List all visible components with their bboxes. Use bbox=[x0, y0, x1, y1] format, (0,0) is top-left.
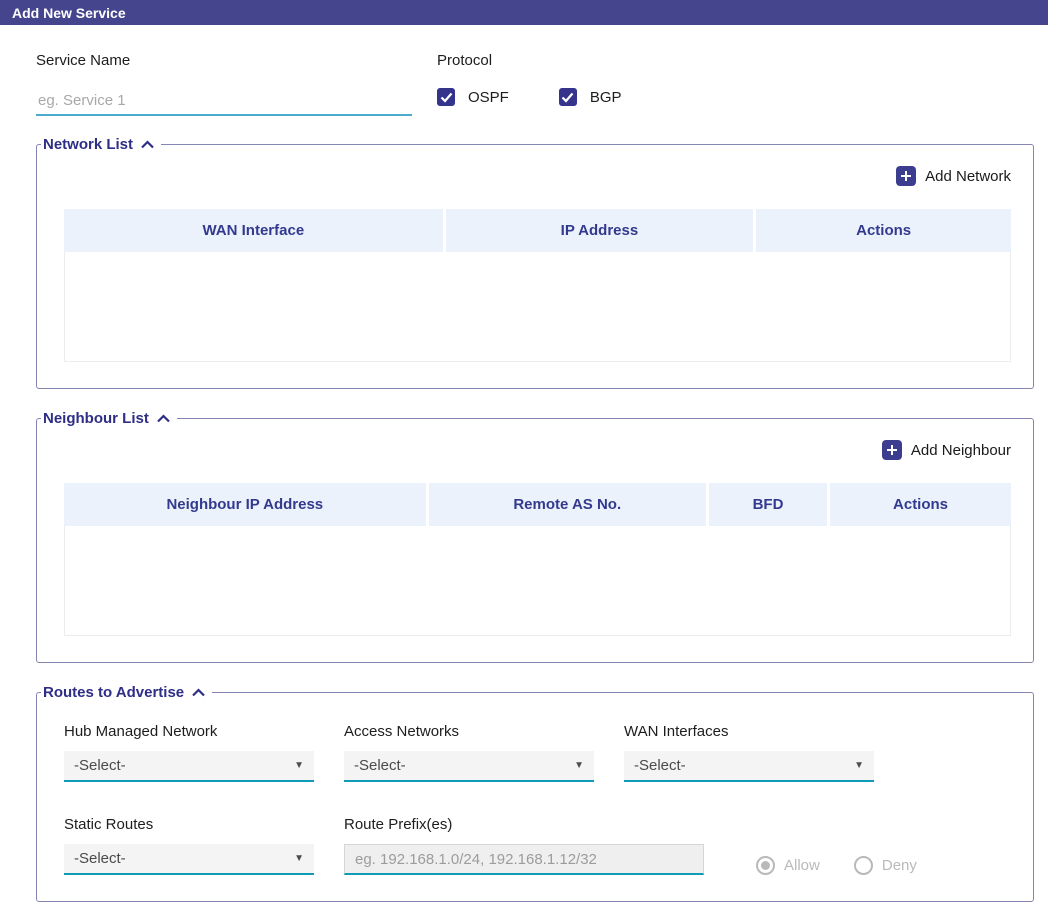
static-routes-label: Static Routes bbox=[64, 816, 314, 833]
selected-value: -Select- bbox=[74, 850, 126, 867]
network-toolbar: Add Network bbox=[64, 166, 1011, 186]
protocol-options: OSPF BGP bbox=[437, 88, 622, 106]
service-name-label: Service Name bbox=[36, 52, 437, 69]
network-table-header: WAN Interface IP Address Actions bbox=[64, 209, 1011, 252]
radio-selected-icon[interactable] bbox=[756, 856, 775, 875]
network-list-legend[interactable]: Network List bbox=[41, 136, 161, 153]
protocol-label: Protocol bbox=[437, 52, 622, 69]
selected-value: -Select- bbox=[634, 757, 686, 774]
allow-radio[interactable]: Allow bbox=[756, 856, 820, 875]
page-title: Add New Service bbox=[12, 5, 126, 21]
column-header-actions: Actions bbox=[756, 209, 1011, 252]
network-table-body-empty bbox=[64, 252, 1011, 362]
route-prefixes-label: Route Prefix(es) bbox=[344, 816, 704, 833]
selected-value: -Select- bbox=[74, 757, 126, 774]
service-name-input[interactable] bbox=[36, 90, 412, 116]
column-header-neighbour-ip-address: Neighbour IP Address bbox=[64, 483, 429, 526]
plus-icon bbox=[882, 440, 902, 460]
column-header-wan-interface: WAN Interface bbox=[64, 209, 446, 252]
hub-managed-network-label: Hub Managed Network bbox=[64, 723, 314, 740]
network-list-section: Network List Add Network WAN Interface I… bbox=[36, 136, 1034, 389]
column-header-bfd: BFD bbox=[709, 483, 830, 526]
hub-managed-network-field: Hub Managed Network -Select- ▼ bbox=[64, 723, 314, 782]
dropdown-arrow-icon: ▼ bbox=[294, 760, 304, 771]
column-header-remote-as-no: Remote AS No. bbox=[429, 483, 709, 526]
access-networks-field: Access Networks -Select- ▼ bbox=[344, 723, 594, 782]
static-routes-select[interactable]: -Select- ▼ bbox=[64, 844, 314, 875]
hub-managed-network-select[interactable]: -Select- ▼ bbox=[64, 751, 314, 782]
access-networks-label: Access Networks bbox=[344, 723, 594, 740]
neighbour-table-header: Neighbour IP Address Remote AS No. BFD A… bbox=[64, 483, 1011, 526]
dropdown-arrow-icon: ▼ bbox=[294, 853, 304, 864]
add-network-button[interactable]: Add Network bbox=[896, 166, 1011, 186]
chevron-up-icon[interactable] bbox=[156, 414, 171, 423]
dropdown-arrow-icon: ▼ bbox=[854, 760, 864, 771]
service-name-field: Service Name bbox=[36, 52, 437, 116]
neighbour-toolbar: Add Neighbour bbox=[64, 440, 1011, 460]
routes-to-advertise-section: Routes to Advertise Hub Managed Network … bbox=[36, 684, 1034, 902]
add-neighbour-button-label: Add Neighbour bbox=[911, 442, 1011, 459]
access-networks-select[interactable]: -Select- ▼ bbox=[344, 751, 594, 782]
radio-unselected-icon[interactable] bbox=[854, 856, 873, 875]
service-protocol-row: Service Name Protocol OSPF BGP bbox=[36, 52, 1034, 116]
routes-row-1: Hub Managed Network -Select- ▼ Access Ne… bbox=[64, 723, 1011, 782]
route-prefixes-field: Route Prefix(es) bbox=[344, 816, 704, 875]
routes-legend[interactable]: Routes to Advertise bbox=[41, 684, 212, 701]
column-header-ip-address: IP Address bbox=[446, 209, 757, 252]
routes-row-2: Static Routes -Select- ▼ Route Prefix(es… bbox=[64, 816, 1011, 875]
dialog-title-bar: Add New Service bbox=[0, 0, 1048, 25]
ospf-checkbox-label: OSPF bbox=[468, 89, 509, 106]
neighbour-list-legend-label: Neighbour List bbox=[43, 410, 149, 427]
wan-interfaces-select[interactable]: -Select- ▼ bbox=[624, 751, 874, 782]
deny-radio[interactable]: Deny bbox=[854, 856, 917, 875]
protocol-field: Protocol OSPF BGP bbox=[437, 52, 622, 116]
plus-icon bbox=[896, 166, 916, 186]
route-prefixes-input[interactable] bbox=[344, 844, 704, 875]
neighbour-list-legend[interactable]: Neighbour List bbox=[41, 410, 177, 427]
neighbour-table-body-empty bbox=[64, 526, 1011, 636]
ospf-checkbox[interactable]: OSPF bbox=[437, 88, 509, 106]
bgp-checkbox[interactable]: BGP bbox=[559, 88, 622, 106]
checkbox-checked-icon[interactable] bbox=[559, 88, 577, 106]
add-neighbour-button[interactable]: Add Neighbour bbox=[882, 440, 1011, 460]
column-header-actions: Actions bbox=[830, 483, 1011, 526]
add-network-button-label: Add Network bbox=[925, 168, 1011, 185]
allow-radio-label: Allow bbox=[784, 857, 820, 874]
static-routes-field: Static Routes -Select- ▼ bbox=[64, 816, 314, 875]
network-table: WAN Interface IP Address Actions bbox=[64, 209, 1011, 362]
wan-interfaces-label: WAN Interfaces bbox=[624, 723, 874, 740]
neighbour-table: Neighbour IP Address Remote AS No. BFD A… bbox=[64, 483, 1011, 636]
bgp-checkbox-label: BGP bbox=[590, 89, 622, 106]
neighbour-list-section: Neighbour List Add Neighbour Neighbour I… bbox=[36, 410, 1034, 663]
checkbox-checked-icon[interactable] bbox=[437, 88, 455, 106]
dialog-body: Service Name Protocol OSPF BGP bbox=[0, 25, 1048, 902]
route-policy-radios: Allow Deny bbox=[756, 856, 917, 875]
selected-value: -Select- bbox=[354, 757, 406, 774]
routes-legend-label: Routes to Advertise bbox=[43, 684, 184, 701]
deny-radio-label: Deny bbox=[882, 857, 917, 874]
chevron-up-icon[interactable] bbox=[140, 140, 155, 149]
network-list-legend-label: Network List bbox=[43, 136, 133, 153]
dropdown-arrow-icon: ▼ bbox=[574, 760, 584, 771]
wan-interfaces-field: WAN Interfaces -Select- ▼ bbox=[624, 723, 874, 782]
chevron-up-icon[interactable] bbox=[191, 688, 206, 697]
